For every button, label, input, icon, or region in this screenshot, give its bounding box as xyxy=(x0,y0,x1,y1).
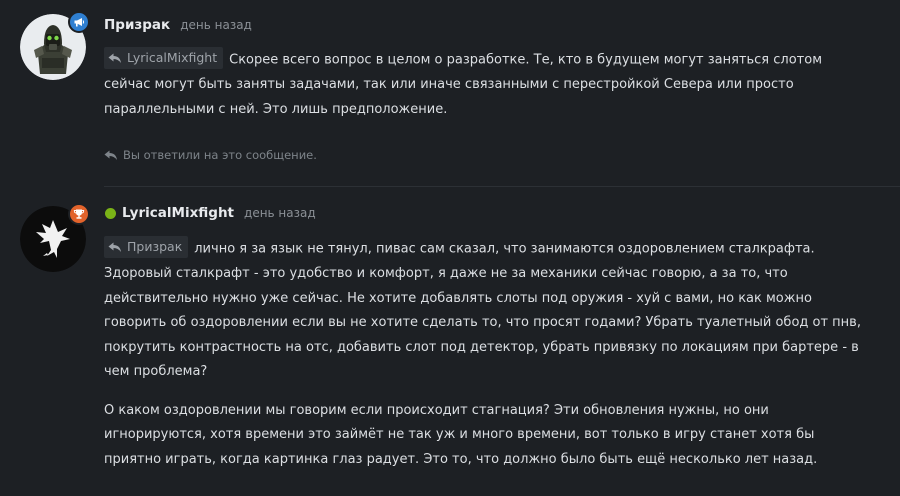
avatar-container[interactable] xyxy=(20,11,90,80)
comment-text: Призрак лично я за язык не тянул, пивас … xyxy=(104,236,870,385)
comment-text: LyricalMixfight Скорее всего вопрос в це… xyxy=(104,47,870,122)
comment-header: Призрак день назад xyxy=(104,13,870,37)
comment-text: О каком оздоровлении мы говорим если про… xyxy=(104,402,818,467)
timestamp[interactable]: день назад xyxy=(180,18,252,32)
reply-icon xyxy=(108,53,121,63)
megaphone-icon xyxy=(74,18,85,27)
comment-feed: Призрак день назад LyricalMixfight Скоре… xyxy=(0,0,900,496)
quote-author: LyricalMixfight xyxy=(127,50,218,65)
author-name[interactable]: Призрак xyxy=(104,17,170,33)
online-status-dot xyxy=(105,207,116,219)
author-name[interactable]: LyricalMixfight xyxy=(122,205,234,221)
comment-body: LyricalMixfight день назад Призрак лично… xyxy=(104,188,870,472)
megaphone-badge xyxy=(68,11,90,33)
reply-note[interactable]: Вы ответили на это сообщение. xyxy=(104,148,870,162)
comment-header: LyricalMixfight день назад xyxy=(104,201,870,225)
quote-author: Призрак xyxy=(127,239,183,254)
quote-tag[interactable]: Призрак xyxy=(104,236,189,258)
trophy-icon xyxy=(73,209,85,219)
timestamp[interactable]: день назад xyxy=(244,206,316,220)
trophy-badge xyxy=(68,203,90,225)
quote-tag[interactable]: LyricalMixfight xyxy=(104,47,224,69)
comment-body: Призрак день назад LyricalMixfight Скоре… xyxy=(104,0,870,162)
avatar-container[interactable] xyxy=(20,203,90,272)
reply-note-text: Вы ответили на это сообщение. xyxy=(123,148,317,162)
comment-divider xyxy=(104,186,900,187)
reply-icon xyxy=(104,150,117,160)
reply-icon xyxy=(108,242,121,252)
comment-text-content: лично я за язык не тянул, пивас сам сказ… xyxy=(104,241,861,380)
